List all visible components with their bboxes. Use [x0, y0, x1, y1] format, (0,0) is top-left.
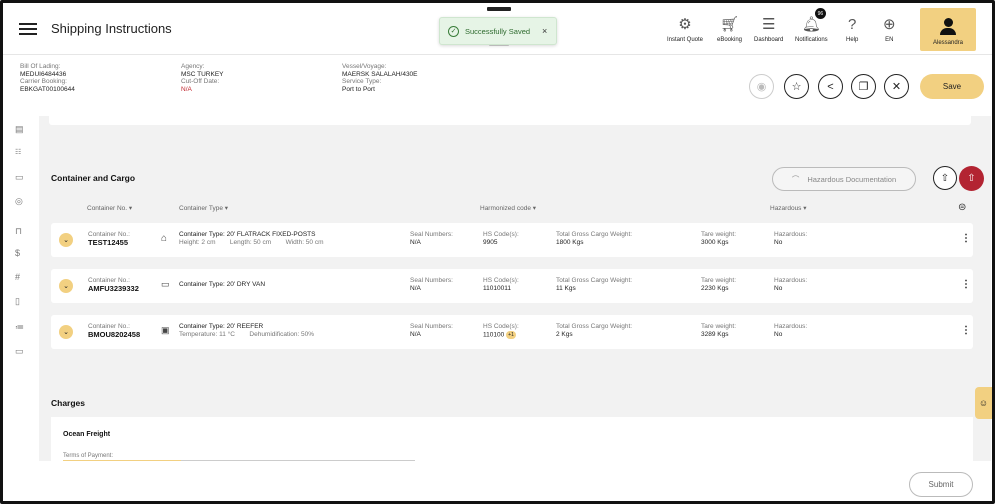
notification-badge: 96: [814, 8, 826, 19]
view-button[interactable]: ◉: [749, 74, 774, 99]
bell-icon: 🔔︎ 96: [802, 8, 826, 33]
hanger-icon: ⌂: [161, 233, 168, 244]
nav-ebooking[interactable]: 🛒︎ eBooking: [717, 11, 742, 43]
success-toast: ✓ Successfully Saved ×: [439, 17, 557, 45]
more-options-icon[interactable]: ⋮: [961, 279, 971, 290]
nav-instant-quote[interactable]: ⚙ Instant Quote: [667, 11, 703, 43]
checklist-icon[interactable]: ≔: [15, 322, 24, 333]
location-icon[interactable]: ◎: [15, 196, 23, 207]
column-header-hs-code[interactable]: Harmonized code ▾: [480, 204, 536, 212]
people-icon[interactable]: ☷: [15, 148, 21, 156]
document-icon[interactable]: ▤: [15, 124, 24, 135]
chat-icon[interactable]: ▭: [15, 346, 24, 357]
save-button[interactable]: Save: [920, 74, 984, 99]
avatar-head: [943, 18, 953, 27]
column-header-container-no[interactable]: Container No. ▾: [87, 204, 132, 212]
nav-help[interactable]: ? Help: [846, 11, 858, 43]
column-header-hazardous[interactable]: Hazardous ▾: [770, 204, 807, 212]
copy-icon: ❐: [858, 81, 869, 93]
bill-of-lading-block: Bill Of Lading: MEDUI6484436 Carrier Boo…: [20, 63, 75, 93]
nav-language[interactable]: ⊕ EN: [883, 11, 896, 43]
main-content: Container and Cargo ⌒ Hazardous Document…: [39, 116, 991, 462]
table-row[interactable]: ⌄ Container No.: BMOU8202458 ▣ Container…: [51, 315, 973, 349]
user-name: Alessandra: [932, 40, 964, 46]
app-window: Shipping Instructions ✓ Successfully Sav…: [0, 0, 995, 504]
upload-button[interactable]: ⇧: [933, 166, 957, 190]
agency-block: Agency: MSC TURKEY Cut-Off Date: N/A: [181, 63, 224, 93]
sidebar: ▤ ☷ ▭ ◎ ⊓ $ # ▯ ≔ ▭: [3, 116, 39, 461]
page-title: Shipping Instructions: [51, 21, 172, 36]
lock-icon[interactable]: ⊓: [15, 226, 22, 237]
dollar-icon[interactable]: $: [15, 248, 20, 258]
hazardous-documentation-button[interactable]: ⌒ Hazardous Documentation: [772, 167, 916, 191]
top-bar: Shipping Instructions ✓ Successfully Sav…: [3, 3, 992, 55]
chevron-down-icon[interactable]: ⌄: [59, 279, 73, 293]
folder-icon[interactable]: ▭: [15, 172, 24, 183]
nav-notifications[interactable]: 🔔︎ 96 Notifications: [795, 8, 828, 43]
help-icon: ?: [848, 16, 857, 33]
user-menu[interactable]: Alessandra: [920, 8, 976, 51]
upload-icon: ⇧: [940, 172, 950, 184]
container-icon: ▭: [161, 279, 170, 289]
chevron-down-icon[interactable]: ⌄: [59, 325, 73, 339]
check-icon: ✓: [448, 25, 459, 37]
section-title-charges: Charges: [51, 398, 86, 408]
previous-section-card: [49, 116, 971, 125]
quote-icon: ⚙: [678, 16, 692, 33]
reefer-icon: ▣: [161, 325, 170, 335]
vessel-block: Vessel/Voyage: MAERSK SALALAH/430E Servi…: [342, 63, 418, 93]
nav-dashboard[interactable]: ☰ Dashboard: [754, 11, 783, 43]
more-options-icon[interactable]: ⋮: [961, 325, 971, 336]
table-row[interactable]: ⌄ Container No.: AMFU3239332 ▭ Container…: [51, 269, 973, 303]
toast-text: Successfully Saved: [465, 26, 531, 36]
ocean-freight-title: Ocean Freight: [63, 431, 111, 438]
dashboard-icon: ☰: [761, 16, 776, 33]
hash-icon[interactable]: #: [15, 272, 20, 282]
close-icon[interactable]: ×: [542, 26, 547, 36]
close-icon: ✕: [891, 81, 902, 93]
close-button[interactable]: ✕: [884, 74, 909, 99]
upload-icon: ⇧: [967, 173, 976, 184]
file-icon[interactable]: ▯: [15, 296, 20, 307]
support-chat-tab[interactable]: ☺: [975, 387, 992, 419]
column-header-container-type[interactable]: Container Type ▾: [179, 204, 228, 212]
upload-alert-button[interactable]: ⇧: [959, 166, 984, 191]
footer: Submit: [3, 461, 992, 501]
chevron-down-icon[interactable]: ⌄: [59, 233, 73, 247]
submit-button[interactable]: Submit: [909, 472, 973, 497]
section-title-container: Container and Cargo: [51, 173, 136, 183]
eye-icon: ◉: [756, 81, 767, 93]
more-hs-codes-badge[interactable]: +1: [506, 331, 517, 339]
more-options-icon[interactable]: ⋮: [961, 233, 971, 244]
menu-icon[interactable]: [19, 23, 37, 35]
favorite-button[interactable]: ☆: [784, 74, 809, 99]
filter-icon[interactable]: ⊜: [958, 202, 966, 213]
table-row[interactable]: ⌄ Container No.: TEST12455 ⌂ Container T…: [51, 223, 973, 257]
avatar-body: [940, 28, 956, 35]
star-icon: ☆: [791, 81, 802, 93]
share-button[interactable]: <: [818, 74, 843, 99]
copy-button[interactable]: ❐: [851, 74, 876, 99]
robot-icon: ☺: [978, 398, 989, 408]
paperclip-icon: ⌒: [791, 174, 800, 184]
share-icon: <: [827, 80, 834, 93]
terms-of-payment-label: Terms of Payment:: [63, 453, 114, 459]
globe-icon: ⊕: [883, 16, 896, 33]
cart-icon: 🛒︎: [719, 16, 740, 33]
logo-icon: [487, 7, 511, 11]
charges-card: Ocean Freight Terms of Payment:: [51, 417, 973, 462]
